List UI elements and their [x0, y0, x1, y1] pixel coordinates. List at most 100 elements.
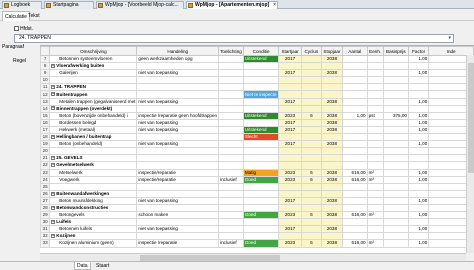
cyclus-cell[interactable]: 6 — [300, 239, 322, 248]
stopjaar-cell[interactable]: 2038 — [320, 125, 344, 135]
stopjaar-cell[interactable] — [320, 189, 344, 198]
description-cell[interactable]: Betongevels — [49, 211, 138, 220]
eenheid-cell[interactable] — [366, 125, 384, 135]
startjaar-cell[interactable] — [278, 161, 302, 170]
aantal-cell[interactable] — [342, 196, 368, 205]
eenheid-cell[interactable] — [366, 203, 384, 213]
basisprijs-cell[interactable] — [382, 104, 410, 113]
description-cell[interactable]: Metalen trappen (gegalvaniseerd met — [49, 97, 138, 106]
description-cell[interactable]: Hekwerk (metaal) — [49, 125, 138, 135]
stopjaar-cell[interactable] — [320, 154, 344, 163]
toelichting-cell[interactable] — [218, 225, 244, 234]
aantal-cell[interactable] — [342, 225, 368, 234]
table-row[interactable]: 11−24. TRAPPEN — [40, 83, 474, 92]
aantal-cell[interactable]: 616,00 — [342, 168, 368, 177]
basisprijs-cell[interactable] — [382, 168, 410, 177]
basisprijs-cell[interactable] — [382, 62, 410, 71]
basisprijs-cell[interactable] — [382, 175, 410, 184]
factor-cell[interactable] — [407, 76, 430, 85]
conditie-cell[interactable] — [242, 118, 280, 127]
handeling-cell[interactable]: niet van toepassing — [136, 140, 220, 149]
eenheid-cell[interactable] — [366, 54, 384, 64]
description-cell[interactable]: Kozijnen aluminium (geen) — [49, 239, 138, 248]
aantal-cell[interactable]: 616,00 — [342, 211, 368, 220]
toelichting-cell[interactable] — [218, 211, 244, 220]
cyclus-cell[interactable] — [300, 118, 322, 127]
eenheid-cell[interactable] — [366, 225, 384, 234]
collapse-icon[interactable]: − — [51, 163, 56, 168]
stopjaar-cell[interactable] — [320, 161, 344, 170]
startjaar-cell[interactable]: 2017 — [278, 69, 302, 78]
conditie-cell[interactable] — [242, 62, 280, 71]
eenheid-cell[interactable] — [366, 133, 384, 142]
toelichting-cell[interactable] — [218, 147, 244, 156]
aantal-cell[interactable] — [342, 232, 368, 241]
table-row[interactable]: 21−25. GEVELS — [40, 154, 474, 163]
description-cell[interactable] — [49, 147, 138, 156]
description-cell[interactable]: Bordessen belegd — [49, 118, 138, 127]
handeling-cell[interactable] — [136, 203, 220, 213]
cyclus-cell[interactable] — [300, 196, 322, 205]
toelichting-cell[interactable] — [218, 118, 244, 127]
eenheid-cell[interactable]: pst — [366, 111, 384, 120]
startjaar-cell[interactable]: 2023 — [278, 211, 302, 220]
description-cell[interactable]: Beton muurafdekking — [49, 196, 138, 205]
table-row[interactable]: 9 Galerijen niet van toepassing 2017 2038 1,0… — [40, 69, 474, 78]
handeling-cell[interactable]: inspectie/reparatie — [136, 168, 220, 177]
handeling-cell[interactable] — [136, 147, 220, 156]
factor-cell[interactable] — [407, 182, 430, 191]
column-header[interactable]: Omschrijving — [49, 46, 138, 56]
stopjaar-cell[interactable] — [320, 232, 344, 241]
aantal-cell[interactable] — [342, 104, 368, 113]
basisprijs-cell[interactable] — [382, 97, 410, 106]
table-row[interactable]: 19 Beton (onbehandeld) niet van toepassing… — [40, 140, 474, 149]
startjaar-cell[interactable] — [278, 76, 302, 85]
aantal-cell[interactable] — [342, 154, 368, 163]
description-cell[interactable]: − Hellingbanen / buitentrap — [49, 133, 138, 142]
cyclus-cell[interactable] — [300, 62, 322, 71]
column-header[interactable]: Toelichting — [218, 46, 244, 56]
description-cell[interactable]: −24. TRAPPEN — [49, 83, 138, 92]
cyclus-cell[interactable] — [300, 232, 322, 241]
aantal-cell[interactable] — [342, 54, 368, 64]
factor-cell[interactable] — [407, 189, 430, 198]
column-header[interactable]: Eenh. — [366, 46, 384, 56]
description-cell[interactable] — [49, 182, 138, 191]
factor-cell[interactable] — [407, 62, 430, 71]
handeling-cell[interactable]: niet van toepassing — [136, 97, 220, 106]
conditie-cell[interactable] — [242, 154, 280, 163]
conditie-cell[interactable]: Uitstekend — [242, 125, 280, 135]
cyclus-cell[interactable] — [300, 218, 322, 227]
toelichting-cell[interactable] — [218, 83, 244, 92]
stopjaar-cell[interactable] — [320, 90, 344, 99]
close-icon[interactable]: × — [273, 2, 276, 9]
table-row[interactable]: 10 — [40, 76, 474, 85]
conditie-cell[interactable] — [242, 232, 280, 241]
conditie-cell[interactable] — [242, 218, 280, 227]
factor-cell[interactable]: 1,00 — [407, 225, 430, 234]
collapse-icon[interactable]: − — [51, 191, 56, 196]
tab-tekst[interactable]: Tekst — [26, 11, 42, 21]
cyclus-cell[interactable] — [300, 140, 322, 149]
table-row[interactable]: 22− Gevelmetselwerk — [40, 161, 474, 170]
basisprijs-cell[interactable] — [382, 140, 410, 149]
table-row[interactable]: 29 Betongevels schoon maken Goed 2023 6 2038 61… — [40, 211, 474, 220]
collapse-icon[interactable]: − — [51, 135, 56, 139]
factor-cell[interactable] — [407, 161, 430, 170]
eenheid-cell[interactable] — [366, 154, 384, 163]
handeling-cell[interactable] — [136, 62, 220, 71]
column-header[interactable]: Aantal — [342, 46, 368, 56]
factor-cell[interactable] — [407, 90, 430, 99]
conditie-cell[interactable]: Slecht — [242, 133, 280, 142]
chevron-down-icon[interactable]: ▾ — [448, 35, 451, 42]
startjaar-cell[interactable]: 2017 — [278, 140, 302, 149]
chapter-select[interactable]: 24. TRAPPEN ▾ — [14, 34, 454, 43]
basisprijs-cell[interactable] — [382, 211, 410, 220]
table-row[interactable]: 7 Betonnen systeemvloeren geen werkzaamhed… — [40, 54, 474, 64]
table-row[interactable]: 26− Buitenwandafwerkingen — [40, 189, 474, 198]
toelichting-cell[interactable] — [218, 182, 244, 191]
toelichting-cell[interactable] — [218, 161, 244, 170]
toelichting-cell[interactable] — [218, 168, 244, 177]
aantal-cell[interactable] — [342, 62, 368, 71]
stopjaar-cell[interactable]: 2038 — [320, 69, 344, 78]
